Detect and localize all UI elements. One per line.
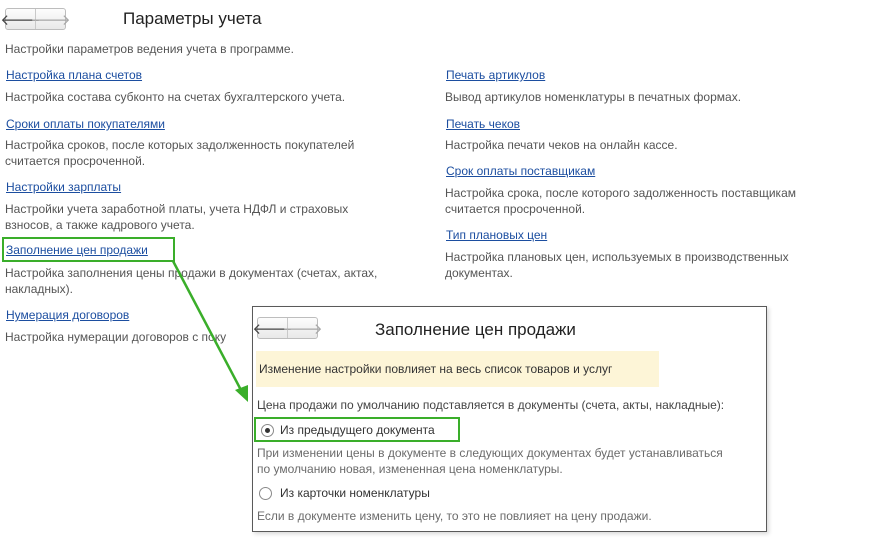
popup-history-nav: 🡐 🡒 — [252, 317, 323, 339]
option-item-card-hint: Если в документе изменить цену, то это н… — [257, 509, 652, 523]
radio-item-card[interactable] — [259, 487, 272, 500]
option-highlight-box — [254, 417, 460, 442]
price-source-question: Цена продажи по умолчанию подставляется … — [257, 398, 725, 412]
warning-banner: Изменение настройки повлияет на весь спи… — [256, 351, 659, 387]
popup-title: Заполнение цен продажи — [375, 320, 576, 339]
arrow-right-icon[interactable]: 🡒 — [282, 318, 323, 338]
option-previous-document-hint: При изменении цены в документе в следующ… — [257, 446, 723, 476]
sales-price-popup: 🡐 🡒 Заполнение цен продажи Изменение нас… — [252, 306, 767, 532]
option-item-card-label[interactable]: Из карточки номенклатуры — [280, 485, 430, 501]
